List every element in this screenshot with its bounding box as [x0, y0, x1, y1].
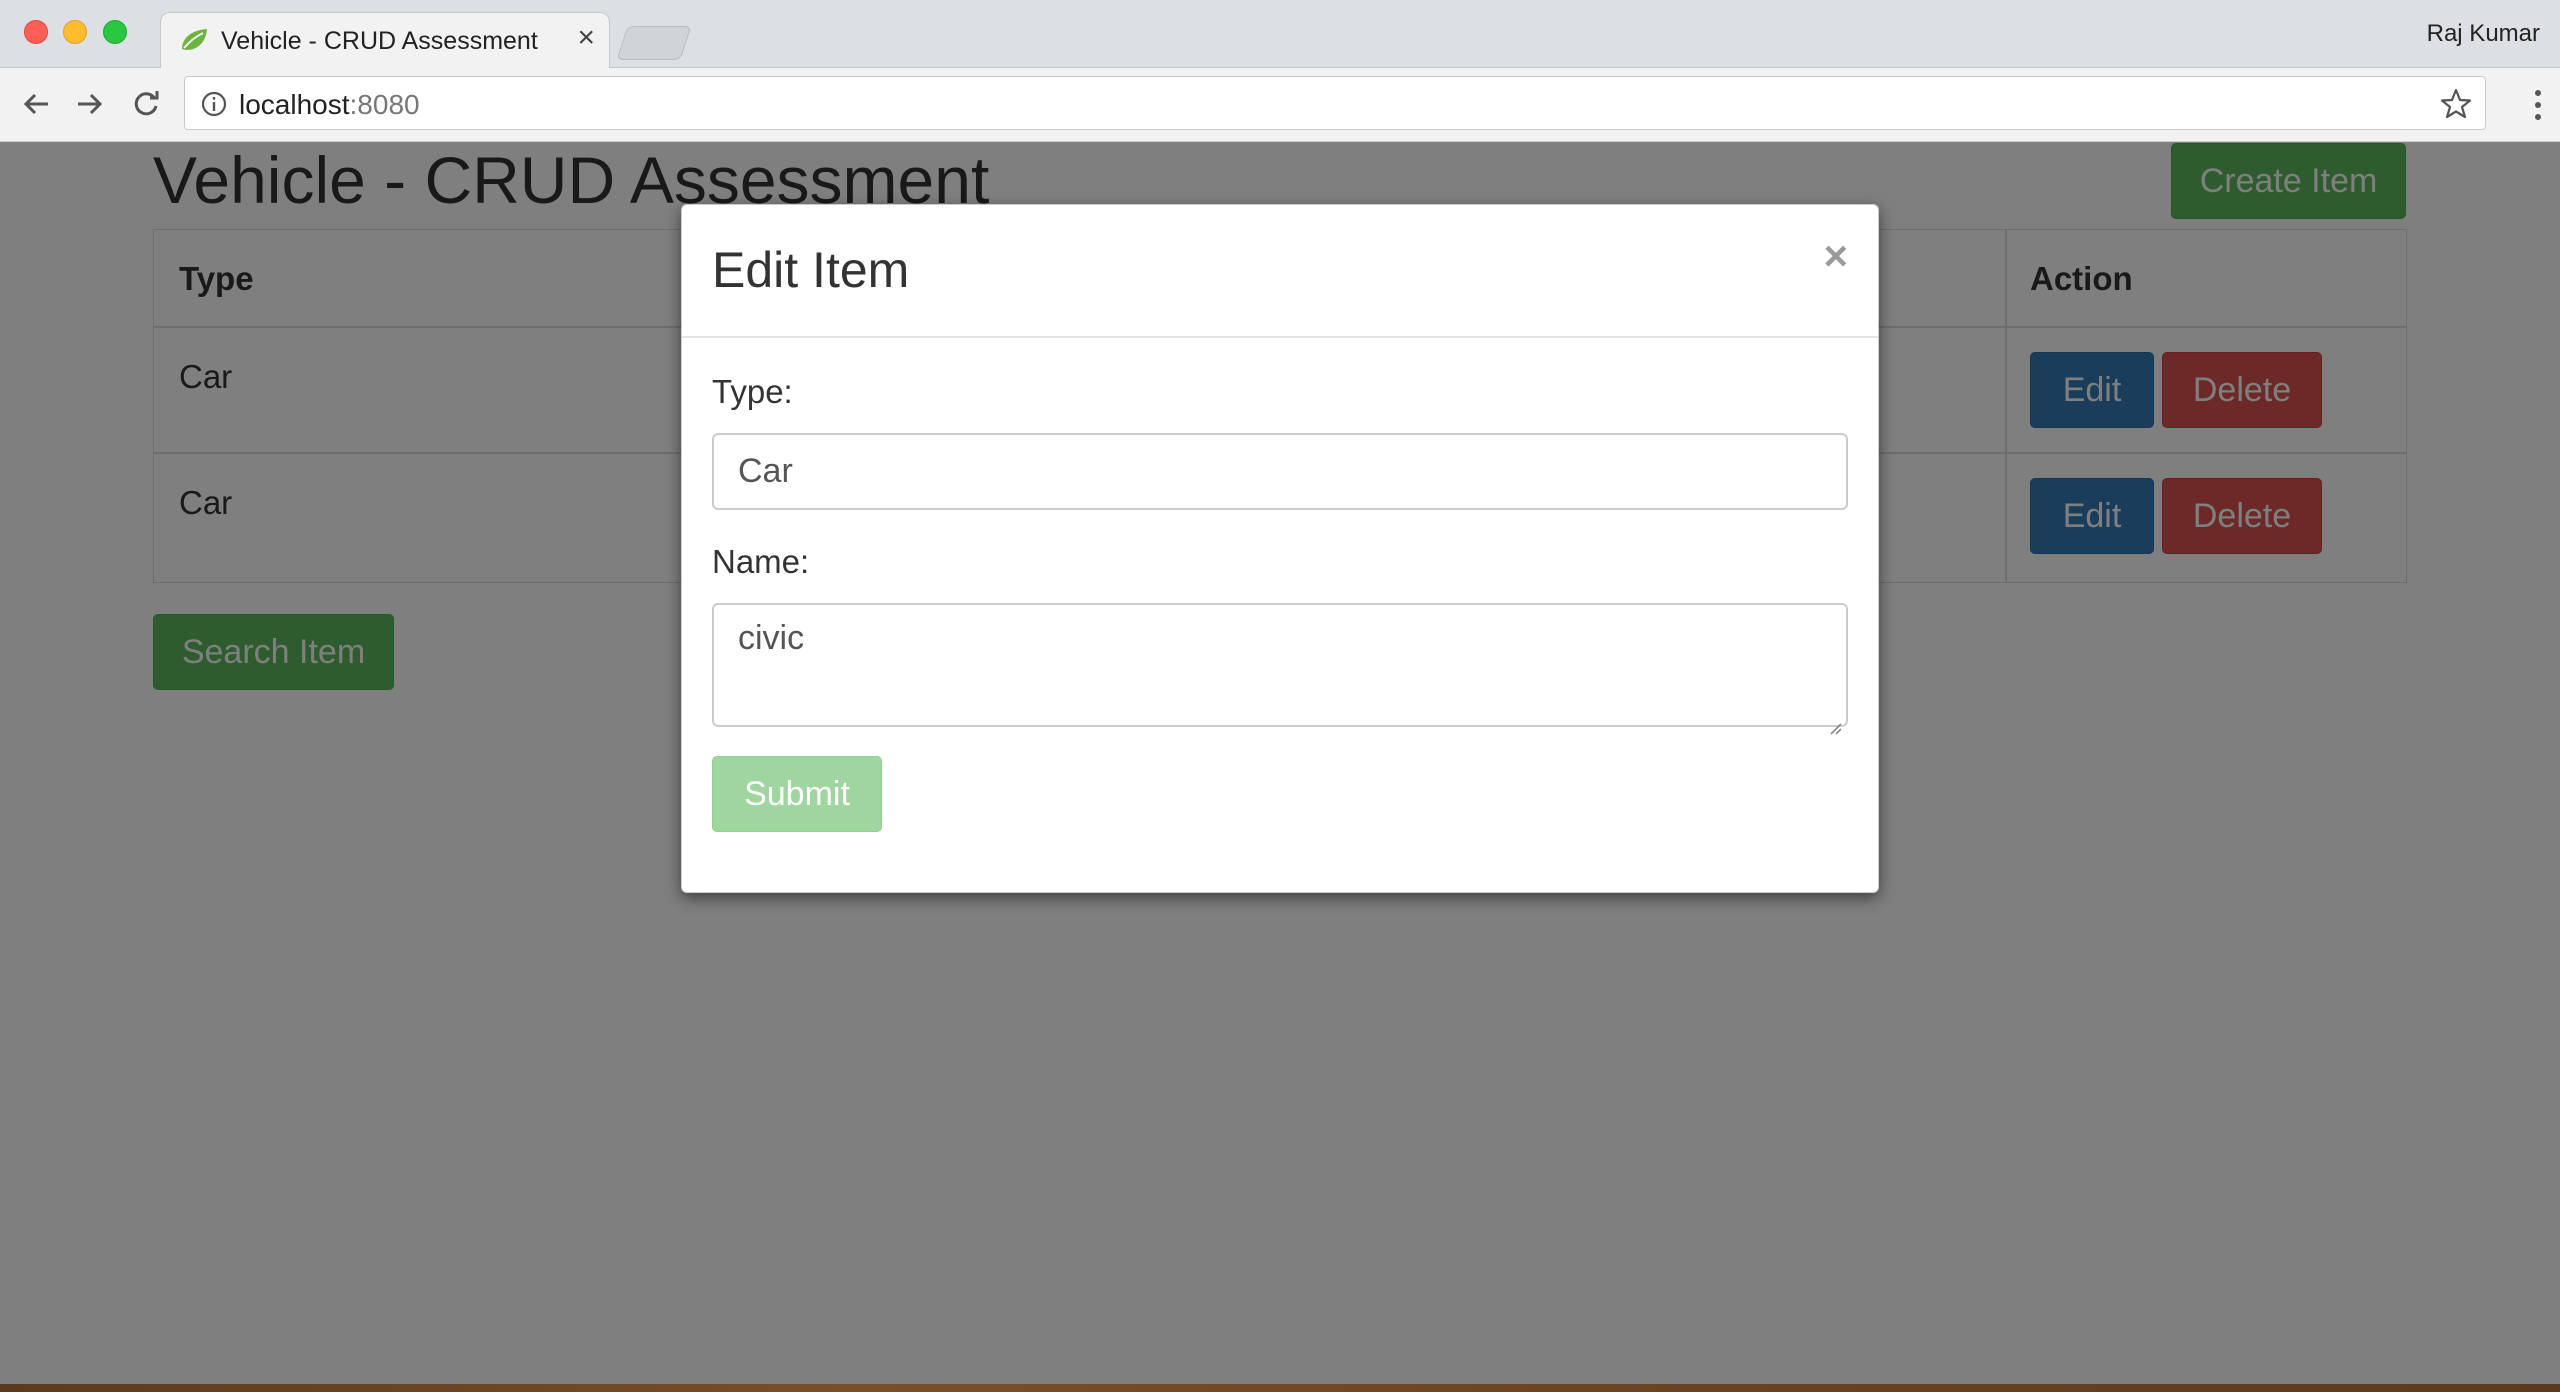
minimize-window-button[interactable] — [63, 20, 87, 44]
browser-tab-strip: Vehicle - CRUD Assessment × Raj Kumar — [0, 0, 2560, 69]
new-tab-button[interactable] — [616, 26, 692, 60]
more-menu-icon[interactable] — [2532, 88, 2544, 122]
back-arrow-icon[interactable] — [18, 86, 54, 122]
close-window-button[interactable] — [24, 20, 48, 44]
forward-arrow-icon[interactable] — [72, 86, 108, 122]
type-input[interactable] — [712, 433, 1848, 510]
browser-toolbar: localhost:8080 — [0, 68, 2560, 142]
tab-title: Vehicle - CRUD Assessment — [221, 27, 538, 55]
modal-title: Edit Item — [712, 242, 910, 298]
url-text: localhost:8080 — [239, 89, 420, 121]
name-value: civic — [738, 619, 805, 657]
leaf-icon — [179, 27, 209, 53]
submit-button[interactable]: Submit — [712, 756, 882, 832]
address-bar[interactable]: localhost:8080 — [184, 76, 2486, 130]
type-label: Type: — [712, 373, 793, 410]
name-label: Name: — [712, 543, 810, 580]
reload-icon[interactable] — [128, 86, 164, 122]
desktop-edge — [0, 1384, 2560, 1392]
resize-handle-icon[interactable] — [1826, 705, 1842, 735]
edit-item-modal: Edit Item × Type: Name: civic Submit — [681, 204, 1879, 893]
profile-name[interactable]: Raj Kumar — [2427, 20, 2540, 48]
tab-close-icon[interactable]: × — [577, 21, 595, 54]
modal-header: Edit Item × — [682, 205, 1878, 338]
close-icon[interactable]: × — [1823, 235, 1848, 277]
url-host: localhost — [239, 89, 350, 120]
maximize-window-button[interactable] — [103, 20, 127, 44]
browser-tab-active[interactable]: Vehicle - CRUD Assessment × — [160, 12, 610, 69]
info-icon[interactable] — [199, 89, 229, 119]
bookmark-star-icon[interactable] — [2439, 87, 2473, 121]
url-port: :8080 — [349, 89, 420, 120]
name-textarea[interactable]: civic — [712, 603, 1848, 735]
